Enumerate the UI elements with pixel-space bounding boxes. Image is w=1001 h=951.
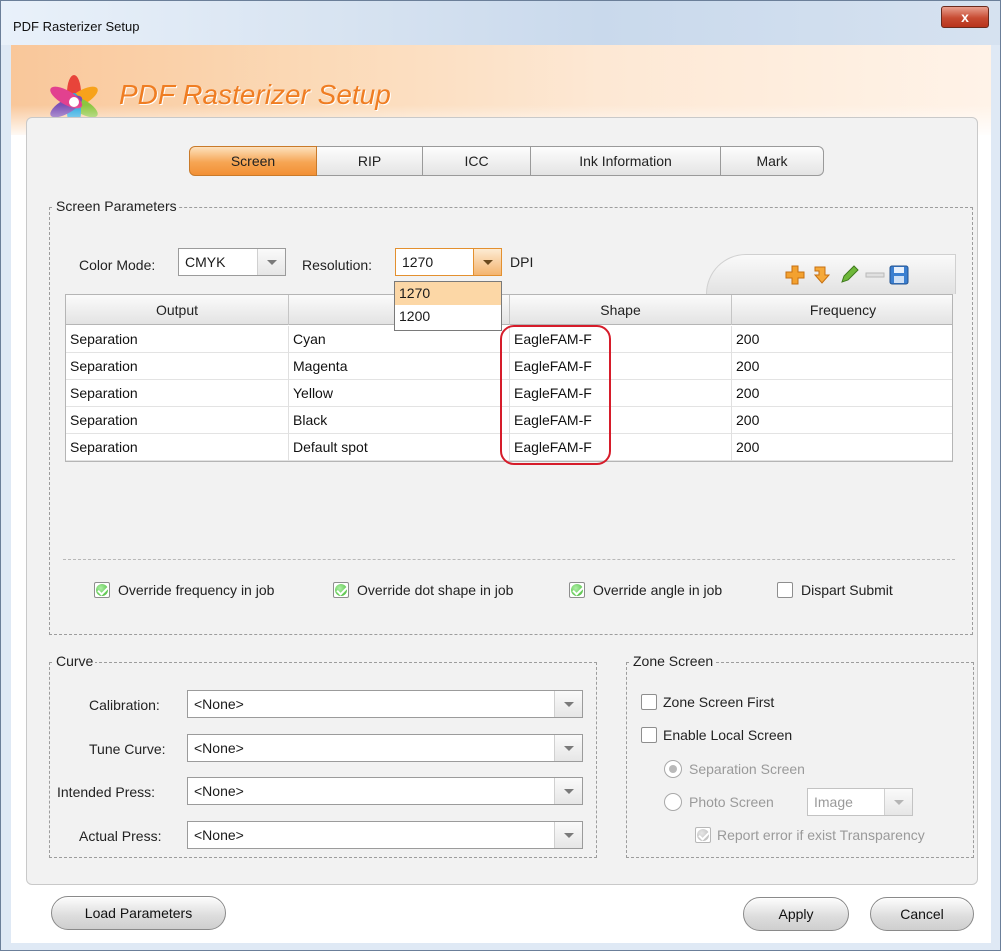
- intended-press-value: <None>: [194, 783, 244, 799]
- enable-local-screen-label[interactable]: Enable Local Screen: [663, 727, 792, 743]
- cell-frequency: 200: [736, 412, 760, 428]
- tab-mark[interactable]: Mark: [721, 146, 824, 176]
- dispart-submit-label[interactable]: Dispart Submit: [801, 582, 893, 598]
- report-error-checkbox[interactable]: [695, 827, 711, 843]
- shape-highlight-annotation: [500, 325, 611, 465]
- cell-frequency: 200: [736, 331, 760, 347]
- tab-ink-information[interactable]: Ink Information: [531, 146, 721, 176]
- chevron-down-icon[interactable]: [554, 822, 582, 848]
- zone-screen-first-label[interactable]: Zone Screen First: [663, 694, 774, 710]
- photo-screen-select[interactable]: Image: [807, 788, 913, 816]
- chevron-down-icon[interactable]: [257, 249, 285, 275]
- resolution-unit: DPI: [510, 254, 534, 270]
- intended-press-select[interactable]: <None>: [187, 777, 583, 805]
- column-header-shape[interactable]: Shape: [510, 295, 732, 325]
- override-angle-label[interactable]: Override angle in job: [593, 582, 722, 598]
- add-icon[interactable]: [784, 264, 806, 286]
- actual-press-label: Actual Press:: [79, 828, 162, 844]
- apply-button[interactable]: Apply: [743, 897, 849, 931]
- calibration-select[interactable]: <None>: [187, 690, 583, 718]
- divider: [63, 559, 955, 560]
- cell-ink: Black: [289, 407, 510, 434]
- zone-screen-first-checkbox[interactable]: [641, 694, 657, 710]
- column-header-output[interactable]: Output: [66, 295, 289, 325]
- override-dot-shape-label[interactable]: Override dot shape in job: [357, 582, 513, 598]
- resolution-value: 1270: [402, 254, 434, 270]
- override-dot-shape-checkbox[interactable]: [333, 582, 349, 598]
- tab-screen[interactable]: Screen: [189, 146, 317, 176]
- calibration-label: Calibration:: [89, 697, 160, 713]
- report-error-label[interactable]: Report error if exist Transparency: [717, 827, 925, 843]
- chevron-down-icon[interactable]: [473, 249, 501, 275]
- table-header: Output O Shape Frequency: [66, 295, 952, 325]
- tune-curve-label: Tune Curve:: [89, 741, 166, 757]
- color-mode-select[interactable]: CMYK: [178, 248, 286, 276]
- window-title: PDF Rasterizer Setup: [13, 19, 140, 34]
- cell-frequency: 200: [736, 385, 760, 401]
- resolution-select[interactable]: 1270: [395, 248, 502, 276]
- cell-frequency: 200: [736, 358, 760, 374]
- remove-icon[interactable]: [864, 264, 886, 286]
- color-mode-label: Color Mode:: [79, 257, 156, 273]
- resolution-label: Resolution:: [302, 257, 373, 273]
- resolution-dropdown-list: 1270 1200: [394, 281, 502, 331]
- chevron-down-icon[interactable]: [554, 691, 582, 717]
- dialog-window: PDF Rasterizer Setup x PDF Rasterizer Se…: [0, 0, 1001, 951]
- photo-screen-radio[interactable]: [664, 793, 682, 811]
- title-bar[interactable]: PDF Rasterizer Setup x: [1, 1, 1000, 45]
- chevron-down-icon[interactable]: [554, 778, 582, 804]
- calibration-value: <None>: [194, 696, 244, 712]
- cell-ink: Yellow: [289, 380, 510, 407]
- cell-output: Separation: [66, 380, 289, 407]
- cell-ink: Default spot: [289, 434, 510, 461]
- tab-rip[interactable]: RIP: [317, 146, 423, 176]
- close-button[interactable]: x: [941, 6, 989, 28]
- actual-press-select[interactable]: <None>: [187, 821, 583, 849]
- load-parameters-button[interactable]: Load Parameters: [51, 896, 226, 930]
- override-frequency-checkbox[interactable]: [94, 582, 110, 598]
- resolution-option[interactable]: 1200: [395, 305, 501, 328]
- tab-bar: Screen RIP ICC Ink Information Mark: [189, 146, 824, 178]
- save-icon[interactable]: [888, 264, 910, 286]
- import-icon[interactable]: [810, 264, 832, 286]
- group-title: Zone Screen: [631, 653, 716, 669]
- column-header-frequency[interactable]: Frequency: [732, 295, 954, 325]
- cell-ink: Magenta: [289, 353, 510, 380]
- cell-output: Separation: [66, 326, 289, 353]
- grid-toolbar: [706, 254, 956, 294]
- group-title: Curve: [54, 653, 96, 669]
- group-title: Screen Parameters: [54, 198, 179, 214]
- enable-local-screen-checkbox[interactable]: [641, 727, 657, 743]
- banner-title: PDF Rasterizer Setup: [119, 79, 391, 110]
- resolution-option[interactable]: 1270: [395, 282, 501, 305]
- color-mode-value: CMYK: [185, 254, 226, 270]
- actual-press-value: <None>: [194, 827, 244, 843]
- chevron-down-icon[interactable]: [884, 789, 912, 815]
- tab-icc[interactable]: ICC: [423, 146, 531, 176]
- intended-press-label: Intended Press:: [57, 784, 156, 800]
- separation-screen-label[interactable]: Separation Screen: [689, 761, 805, 777]
- cell-output: Separation: [66, 353, 289, 380]
- cancel-button[interactable]: Cancel: [870, 897, 974, 931]
- dispart-submit-checkbox[interactable]: [777, 582, 793, 598]
- tune-curve-value: <None>: [194, 740, 244, 756]
- cell-output: Separation: [66, 434, 289, 461]
- photo-screen-value: Image: [814, 794, 853, 810]
- override-angle-checkbox[interactable]: [569, 582, 585, 598]
- edit-pencil-icon[interactable]: [838, 264, 860, 286]
- photo-screen-label[interactable]: Photo Screen: [689, 794, 774, 810]
- tune-curve-select[interactable]: <None>: [187, 734, 583, 762]
- cell-output: Separation: [66, 407, 289, 434]
- separation-screen-radio[interactable]: [664, 760, 682, 778]
- chevron-down-icon[interactable]: [554, 735, 582, 761]
- override-frequency-label[interactable]: Override frequency in job: [118, 582, 274, 598]
- cell-frequency: 200: [736, 439, 760, 455]
